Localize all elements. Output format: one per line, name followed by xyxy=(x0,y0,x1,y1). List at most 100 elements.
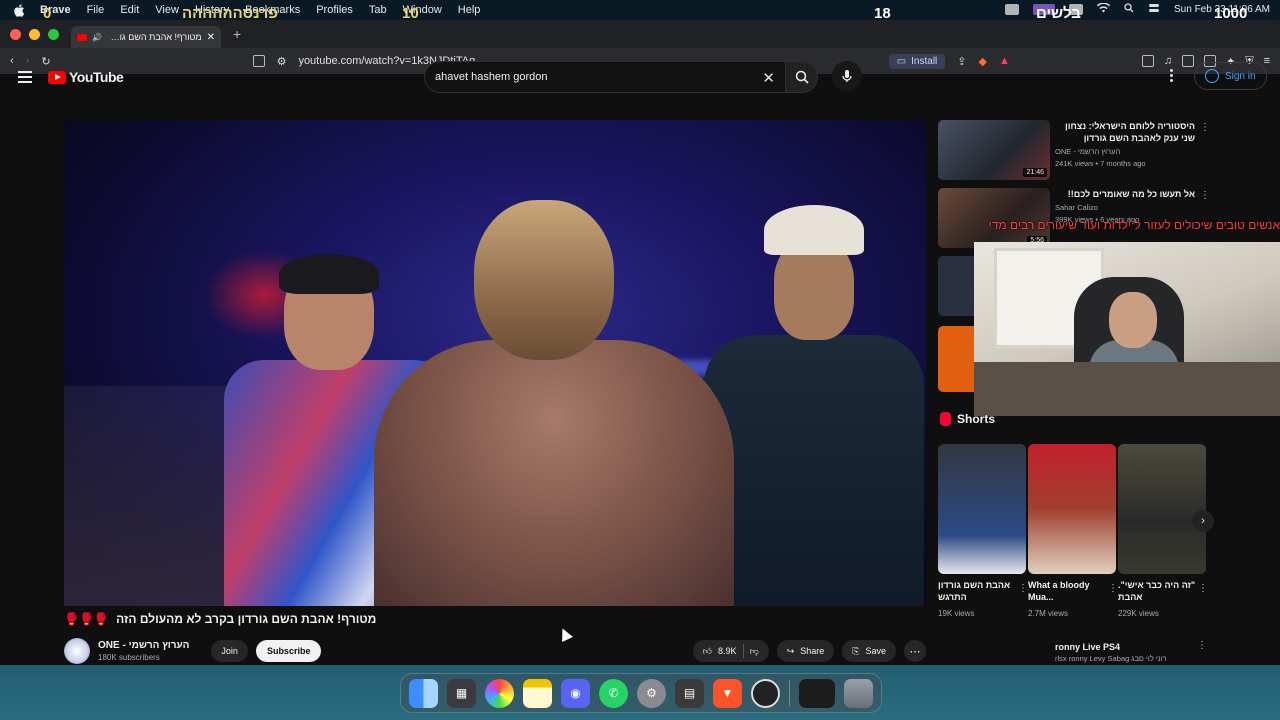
minimize-window-button[interactable] xyxy=(29,28,40,40)
join-button[interactable]: Join xyxy=(211,640,248,662)
shorts-label: Shorts xyxy=(957,412,996,426)
photos-icon[interactable] xyxy=(485,678,514,708)
youtube-logo[interactable]: YouTube xyxy=(48,69,124,85)
recommendation-menu-icon[interactable]: ⋮ xyxy=(1200,122,1210,133)
youtube-favicon-icon xyxy=(77,33,87,41)
short-menu-icon[interactable]: ⋮ xyxy=(1018,583,1028,594)
menu-help[interactable]: Help xyxy=(458,4,481,16)
short-menu-icon[interactable]: ⋮ xyxy=(1198,583,1208,594)
youtube-logo-text: YouTube xyxy=(69,69,124,85)
recommendation-menu-icon[interactable]: ⋮ xyxy=(1197,640,1207,651)
browser-tab[interactable]: 🔊 מטורף! אהבת השם גורדון בק ✕ xyxy=(71,26,221,48)
menu-edit[interactable]: Edit xyxy=(120,4,139,16)
notes-icon[interactable] xyxy=(523,678,552,708)
video-actions: 👍︎ 8.9K 👎︎ ↪ Share ⎘ Save ⋯ xyxy=(692,640,926,662)
like-icon[interactable]: 👍︎ xyxy=(703,646,712,657)
like-count[interactable]: 8.9K xyxy=(718,646,737,656)
speaker-icon[interactable]: 🔊 xyxy=(92,33,102,42)
short-thumbnail[interactable] xyxy=(1118,444,1206,574)
tab-title: מטורף! אהבת השם גורדון בק xyxy=(106,32,202,42)
dock-divider xyxy=(789,680,790,706)
control-center-icon[interactable] xyxy=(1148,3,1160,16)
short-item[interactable]: "זה היה כבר אישי". אהבת 229K views ⋮ xyxy=(1118,444,1208,618)
more-actions-button[interactable]: ⋯ xyxy=(904,640,926,662)
obs-icon[interactable] xyxy=(751,678,780,708)
apple-icon[interactable] xyxy=(12,3,26,17)
short-thumbnail[interactable] xyxy=(1028,444,1116,574)
tab-bar: 🔊 מטורף! אהבת השם גורדון בק ✕ + xyxy=(0,20,1280,48)
microphone-icon xyxy=(842,70,852,82)
recommendation-info: היסטוריה ללוחם הישראלי: נצחון שני ענק לא… xyxy=(1050,120,1268,182)
search-query: ahavet hashem gordon xyxy=(435,71,548,83)
recommendation-title[interactable]: אל תעשו כל מה שאומרים לכם!! xyxy=(1055,188,1195,200)
search-icon xyxy=(795,70,809,84)
recommendation-title[interactable]: ronny Live PS4 xyxy=(1055,642,1167,652)
new-tab-button[interactable]: + xyxy=(233,26,241,42)
recommendation-thumbnail-hidden[interactable] xyxy=(938,326,974,392)
short-title[interactable]: What a bloody Mua... xyxy=(1028,579,1116,605)
divider xyxy=(742,644,744,658)
video-fighter-center xyxy=(374,200,734,606)
recommendation-channel[interactable]: rlsx ronny Levy Sabag רוני לוי סבג xyxy=(1055,654,1167,663)
recommendation-thumbnail-hidden[interactable] xyxy=(938,256,974,316)
shorts-next-button[interactable]: › xyxy=(1192,510,1214,532)
status-icon[interactable] xyxy=(1005,4,1019,15)
sign-in-label: Sign in xyxy=(1225,70,1256,82)
short-views: 2.7M views xyxy=(1028,609,1069,618)
clear-search-icon[interactable]: ✕ xyxy=(762,69,775,87)
short-title[interactable]: אהבת השם גורדון התרגש xyxy=(938,579,1026,605)
desktop: Brave File Edit View History Bookmarks P… xyxy=(0,0,1280,720)
recommendation-channel[interactable]: Sahar Calizo xyxy=(1055,203,1268,212)
menu-view[interactable]: View xyxy=(155,4,179,16)
close-tab-icon[interactable]: ✕ xyxy=(207,32,215,43)
short-menu-icon[interactable]: ⋮ xyxy=(1108,583,1118,594)
recommendation-item[interactable]: ronny Live PS4 rlsx ronny Levy Sabag רונ… xyxy=(1055,642,1167,663)
window-controls xyxy=(10,28,59,40)
dislike-icon[interactable]: 👎︎ xyxy=(750,646,759,657)
shorts-header: Shorts xyxy=(940,412,995,426)
search-button[interactable] xyxy=(786,61,818,93)
share-label: Share xyxy=(800,646,825,656)
voice-search-button[interactable] xyxy=(832,61,862,91)
trash-icon[interactable] xyxy=(844,678,873,708)
channel-avatar[interactable] xyxy=(64,638,90,664)
recommendation-meta: 241K views • 7 months ago xyxy=(1055,159,1146,168)
discord-icon[interactable]: ◉ xyxy=(561,678,590,708)
brave-icon[interactable]: ▼ xyxy=(713,678,742,708)
launchpad-icon[interactable]: ▦ xyxy=(447,678,476,708)
search-input[interactable]: ahavet hashem gordon ✕ xyxy=(424,61,786,93)
menu-profiles[interactable]: Profiles xyxy=(316,4,353,16)
close-window-button[interactable] xyxy=(10,28,21,40)
recommendation-thumbnail[interactable]: 21:46 xyxy=(938,120,1050,180)
sign-in-button[interactable]: Sign in xyxy=(1194,62,1267,90)
short-title[interactable]: "זה היה כבר אישי". אהבת xyxy=(1118,579,1206,605)
short-thumbnail[interactable] xyxy=(938,444,1026,574)
recommendation-menu-icon[interactable]: ⋮ xyxy=(1200,190,1210,201)
screen-icon[interactable] xyxy=(799,678,835,708)
channel-name[interactable]: ONE - הערוץ הרשמי xyxy=(98,640,189,651)
settings-icon[interactable]: ⚙ xyxy=(637,678,666,708)
recommendation-channel[interactable]: ONE - הערוץ הרשמי xyxy=(1055,147,1268,156)
settings-kebab-icon[interactable] xyxy=(1170,69,1173,82)
short-views: 229K views xyxy=(1118,609,1159,618)
menu-file[interactable]: File xyxy=(87,4,105,16)
video-player[interactable] xyxy=(64,120,926,606)
whatsapp-icon[interactable]: ✆ xyxy=(599,678,628,708)
calculator-icon[interactable]: ▤ xyxy=(675,678,704,708)
subscribe-button[interactable]: Subscribe xyxy=(255,640,322,662)
save-button[interactable]: ⎘ Save xyxy=(842,640,896,662)
shorts-icon xyxy=(940,412,951,426)
channel-row: ONE - הערוץ הרשמי 180K subscribers Join … xyxy=(64,636,926,666)
wifi-icon[interactable] xyxy=(1096,2,1111,16)
guide-menu-icon[interactable] xyxy=(18,71,32,83)
search-icon[interactable] xyxy=(1124,3,1134,16)
menu-tab[interactable]: Tab xyxy=(369,4,387,16)
short-item[interactable]: What a bloody Mua... 2.7M views ⋮ xyxy=(1028,444,1118,618)
webcam-overlay xyxy=(974,242,1280,416)
recommendation-item[interactable]: 21:46 היסטוריה ללוחם הישראלי: נצחון שני … xyxy=(938,120,1268,182)
share-button[interactable]: ↪ Share xyxy=(776,640,835,662)
recommendation-title[interactable]: היסטוריה ללוחם הישראלי: נצחון שני ענק לא… xyxy=(1055,120,1195,144)
zoom-window-button[interactable] xyxy=(48,28,59,40)
short-item[interactable]: אהבת השם גורדון התרגש 19K views ⋮ xyxy=(938,444,1028,618)
finder-icon[interactable] xyxy=(409,678,438,708)
